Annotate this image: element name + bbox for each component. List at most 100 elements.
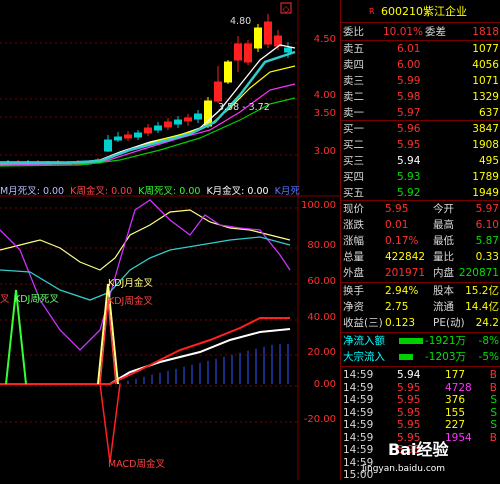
stat-row: 涨幅 0.17% 最低 5.87 xyxy=(341,233,500,249)
stat2-row: 收益(三) 0.123 PE(动) 24.2 xyxy=(341,315,500,331)
candle-body xyxy=(284,47,292,53)
sell-row: 卖四 6.00 4056 xyxy=(341,57,500,73)
buy-volume: 3847 xyxy=(472,123,499,135)
stat-value: 5.95 xyxy=(385,203,409,215)
range-annotation: 3.58 - 3.72 xyxy=(218,102,270,113)
stock-name: 紫江企业 xyxy=(423,5,467,18)
sell-label: 卖五 xyxy=(343,43,364,55)
buy-row: 买三 5.94 495 xyxy=(341,153,500,169)
ind-axis-label: 0.00 xyxy=(313,379,336,390)
ind-axis-label: 60.00 xyxy=(307,276,336,287)
stat-label: 收益(三) xyxy=(343,317,383,329)
sell-row: 卖二 5.98 1329 xyxy=(341,89,500,105)
flow-label: 净流入额 xyxy=(343,335,385,347)
sell-label: 卖一 xyxy=(343,107,364,119)
stock-code: 600210 xyxy=(381,5,423,18)
sell-price: 6.00 xyxy=(397,59,421,71)
candle-body xyxy=(134,132,142,138)
buy-price: 5.92 xyxy=(397,187,421,199)
candle-body xyxy=(124,134,132,139)
sell-volume: 4056 xyxy=(472,59,499,71)
stat-value: 2.94% xyxy=(385,285,419,297)
macd-white-line xyxy=(0,328,291,385)
stat-label: 今开 xyxy=(433,203,454,215)
candle-body xyxy=(254,27,262,49)
chart-pane[interactable]: ◇ 4.50 4.00 3.50 3.00 4.80 3.58 - 3.72 M… xyxy=(0,0,340,480)
kdj-week-death-label: KDJ周死叉 xyxy=(14,294,59,305)
stat-value: 0.123 xyxy=(385,317,416,329)
sell-price: 6.01 xyxy=(397,43,421,55)
stat-label: 量比 xyxy=(433,251,454,263)
candle-body xyxy=(164,121,172,128)
flow-value: -1921万 xyxy=(425,335,467,347)
stat-value: 15.2亿 xyxy=(465,285,499,297)
stat-label: 现价 xyxy=(343,203,364,215)
stat-row: 总量 422842 量比 0.33 xyxy=(341,249,500,265)
stat-label: 流通 xyxy=(433,301,454,313)
stat-value: 220871 xyxy=(458,267,499,279)
sell-volume: 1077 xyxy=(472,43,499,55)
sell-row: 卖五 6.01 1077 xyxy=(341,41,500,57)
stock-title: R 600210 紫江企业 xyxy=(341,4,500,20)
flow-bar xyxy=(399,354,413,360)
indicator-lines xyxy=(0,199,291,463)
buy-label: 买一 xyxy=(343,123,364,135)
upper-grid xyxy=(0,42,298,156)
flow-pct: -8% xyxy=(478,335,499,347)
buy-volume: 1949 xyxy=(472,187,499,199)
buy-row: 买二 5.95 1908 xyxy=(341,137,500,153)
candle-body xyxy=(144,127,152,134)
sell-label: 卖二 xyxy=(343,91,364,103)
stock-tag: R xyxy=(369,7,375,16)
stat-label: 最高 xyxy=(433,219,454,231)
stat-value: 2.75 xyxy=(385,301,409,313)
kline-indicator-svg[interactable]: ◇ xyxy=(0,0,340,480)
ind-axis-label: -20.00 xyxy=(303,414,336,425)
stat-value: 0.17% xyxy=(385,235,419,247)
price-axis-label: 3.50 xyxy=(313,108,336,119)
ind-axis-label: 20.00 xyxy=(307,347,336,358)
ind-header-item-2: K周金叉: 0.00 xyxy=(70,186,133,197)
stat-row: 外盘 201971 内盘 220871 xyxy=(341,265,500,281)
flow-value: -1203万 xyxy=(425,351,467,363)
stat-label: 涨幅 xyxy=(343,235,364,247)
stat2-row: 换手 2.94% 股本 15.2亿 xyxy=(341,283,500,299)
buy-volume: 1789 xyxy=(472,171,499,183)
candle-body xyxy=(194,113,202,120)
flow-label: 大宗流入 xyxy=(343,351,385,363)
stat-value: 5.87 xyxy=(475,235,499,247)
buy-row: 买五 5.92 1949 xyxy=(341,185,500,201)
candle-body xyxy=(114,136,122,141)
candle-body xyxy=(214,81,222,102)
sell-label: 卖四 xyxy=(343,59,364,71)
kdj-week-gold-label: KDJ周金叉 xyxy=(108,296,153,307)
candle-body xyxy=(174,119,182,125)
price-axis-label: 4.50 xyxy=(313,34,336,45)
stat-label: 净资 xyxy=(343,301,364,313)
candle-body xyxy=(234,43,242,61)
stat-label: 外盘 xyxy=(343,267,364,279)
macd-week-gold-label: MACD周金叉 xyxy=(108,459,165,470)
buy-price: 5.96 xyxy=(397,123,421,135)
price-axis-label: 4.00 xyxy=(313,90,336,101)
candle-body xyxy=(244,43,252,63)
buy-price: 5.95 xyxy=(397,139,421,151)
stat-value: 422842 xyxy=(385,251,426,263)
quote-pane[interactable]: R 600210 紫江企业 委比 10.01% 委差 1818 卖五 6.01 10… xyxy=(340,0,500,481)
buy-volume: 495 xyxy=(478,155,499,167)
buy-row: 买一 5.96 3847 xyxy=(341,121,500,137)
stat-label: 涨跌 xyxy=(343,219,364,231)
sell-volume: 1329 xyxy=(472,91,499,103)
flow-pct: -5% xyxy=(478,351,499,363)
sell-row: 卖三 5.99 1071 xyxy=(341,73,500,89)
stat-value: 14.4亿 xyxy=(465,301,499,313)
price-axis-label: 3.00 xyxy=(313,146,336,157)
sell-volume: 637 xyxy=(478,107,499,119)
stat-value: 0.01 xyxy=(385,219,409,231)
stat-value: 201971 xyxy=(385,267,426,279)
stat-label: PE(动) xyxy=(433,317,465,329)
candle-body xyxy=(224,61,232,83)
sell-volume: 1071 xyxy=(472,75,499,87)
candle-body xyxy=(184,117,192,122)
flow-row: 大宗流入 -1203万 -5% xyxy=(341,349,500,365)
